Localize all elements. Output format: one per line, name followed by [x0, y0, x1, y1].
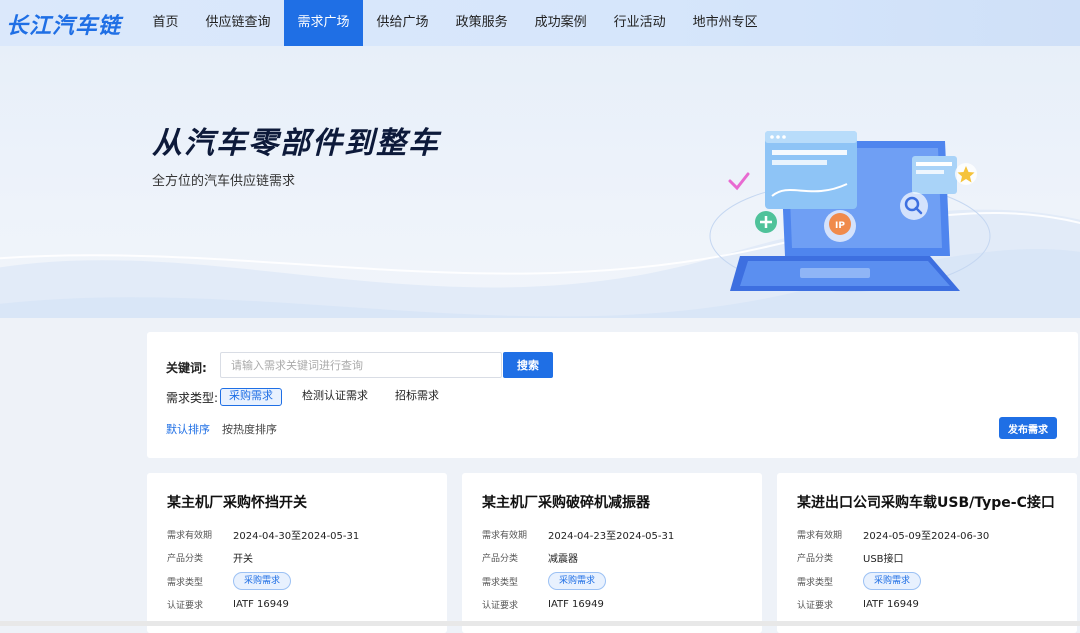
hero-banner: 从汽车零部件到整车 全方位的汽车供应链需求 IP: [0, 46, 1080, 318]
svg-text:IP: IP: [835, 221, 845, 231]
validity-label: 需求有效期: [482, 530, 528, 541]
search-filter-panel: 关键词: 搜索 需求类型: 采购需求 检测认证需求 招标需求 默认排序 按热度排…: [147, 332, 1078, 458]
card-title[interactable]: 某主机厂采购破碎机减振器: [482, 492, 650, 512]
category-label: 产品分类: [797, 553, 834, 564]
category-value: USB接口: [863, 553, 904, 565]
type-option-certification[interactable]: 检测认证需求: [294, 388, 376, 404]
validity-value: 2024-04-23至2024-05-31: [548, 530, 675, 542]
nav-item-home[interactable]: 首页: [139, 0, 192, 46]
demand-card[interactable]: 某进出口公司采购车载USB/Type-C接口 需求有效期 2024-05-09至…: [777, 473, 1077, 633]
category-label: 产品分类: [482, 553, 519, 564]
bottom-edge: [0, 621, 1080, 626]
nav-item-regional-zone[interactable]: 地市州专区: [679, 0, 771, 46]
demand-type-label: 需求类型: [167, 577, 204, 588]
demand-type-badge: 采购需求: [863, 572, 922, 590]
site-logo[interactable]: 长江汽车链: [6, 8, 121, 40]
nav-item-policy-services[interactable]: 政策服务: [442, 0, 521, 46]
cert-value: IATF 16949: [548, 598, 604, 610]
publish-demand-button[interactable]: 发布需求: [999, 417, 1057, 439]
cert-label: 认证要求: [167, 600, 204, 611]
keyword-label: 关键词:: [166, 361, 207, 375]
hero-title: 从汽车零部件到整车: [152, 126, 440, 161]
demand-type-label: 需求类型: [797, 577, 834, 588]
cert-value: IATF 16949: [233, 598, 289, 610]
validity-value: 2024-04-30至2024-05-31: [233, 530, 360, 542]
demand-type-badge: 采购需求: [548, 572, 607, 590]
search-input[interactable]: [220, 352, 502, 378]
demand-type-label: 需求类型:: [166, 391, 219, 405]
nav-item-industry-events[interactable]: 行业活动: [600, 0, 679, 46]
validity-label: 需求有效期: [167, 530, 213, 541]
top-nav-bar: 长江汽车链 首页 供应链查询 需求广场 供给广场 政策服务 成功案例 行业活动 …: [0, 0, 1080, 46]
main-nav: 首页 供应链查询 需求广场 供给广场 政策服务 成功案例 行业活动 地市州专区: [139, 0, 771, 46]
demand-card[interactable]: 某主机厂采购破碎机减振器 需求有效期 2024-04-23至2024-05-31…: [462, 473, 762, 633]
sort-default[interactable]: 默认排序: [166, 421, 210, 437]
nav-item-supply-chain-query[interactable]: 供应链查询: [192, 0, 284, 46]
cert-value: IATF 16949: [863, 598, 919, 610]
laptop-icon: IP: [709, 131, 991, 292]
cert-label: 认证要求: [797, 600, 834, 611]
category-label: 产品分类: [167, 553, 204, 564]
nav-item-demand-square[interactable]: 需求广场: [284, 0, 364, 46]
demand-type-label: 需求类型: [482, 577, 519, 588]
cert-label: 认证要求: [482, 600, 519, 611]
sort-by-popularity[interactable]: 按热度排序: [222, 421, 277, 437]
demand-card[interactable]: 某主机厂采购怀挡开关 需求有效期 2024-04-30至2024-05-31 产…: [147, 473, 447, 633]
validity-label: 需求有效期: [797, 530, 843, 541]
category-value: 开关: [233, 553, 253, 565]
card-title[interactable]: 某主机厂采购怀挡开关: [167, 492, 307, 512]
nav-item-success-cases[interactable]: 成功案例: [521, 0, 600, 46]
category-value: 减震器: [548, 553, 578, 565]
search-button[interactable]: 搜索: [503, 352, 553, 378]
demand-type-badge: 采购需求: [233, 572, 292, 590]
type-option-tender[interactable]: 招标需求: [387, 388, 447, 404]
nav-item-supply-square[interactable]: 供给广场: [363, 0, 442, 46]
card-title[interactable]: 某进出口公司采购车载USB/Type-C接口: [797, 492, 1055, 512]
hero-subtitle: 全方位的汽车供应链需求: [152, 174, 296, 189]
validity-value: 2024-05-09至2024-06-30: [863, 530, 990, 542]
type-option-purchase[interactable]: 采购需求: [220, 388, 282, 406]
